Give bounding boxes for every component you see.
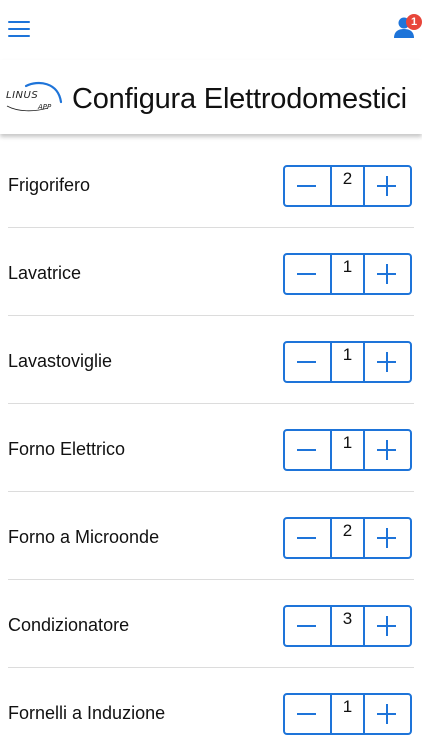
quantity-stepper: 1 bbox=[283, 341, 412, 383]
quantity-value: 1 bbox=[330, 343, 365, 381]
plus-icon[interactable] bbox=[365, 695, 410, 733]
linus-app-logo: LINUS APP bbox=[4, 80, 64, 116]
quantity-stepper: 1 bbox=[283, 253, 412, 295]
list-item: Forno a Microonde 2 bbox=[0, 492, 422, 580]
quantity-stepper: 2 bbox=[283, 517, 412, 559]
minus-icon[interactable] bbox=[285, 695, 330, 733]
notification-badge: 1 bbox=[406, 14, 422, 30]
appliance-label: Fornelli a Induzione bbox=[8, 703, 166, 723]
quantity-value: 1 bbox=[330, 255, 365, 293]
page-header: LINUS APP Configura Elettrodomestici bbox=[0, 60, 422, 134]
page-title: Configura Elettrodomestici bbox=[72, 83, 407, 115]
list-item: Lavatrice 1 bbox=[0, 228, 422, 316]
list-item: Frigorifero 2 bbox=[0, 140, 422, 228]
quantity-stepper: 2 bbox=[283, 165, 412, 207]
plus-icon[interactable] bbox=[365, 519, 410, 557]
hamburger-menu-icon[interactable] bbox=[8, 20, 30, 38]
list-item: Lavastoviglie 1 bbox=[0, 316, 422, 404]
appliance-label: Condizionatore bbox=[8, 615, 130, 635]
quantity-value: 2 bbox=[330, 167, 365, 205]
quantity-value: 2 bbox=[330, 519, 365, 557]
minus-icon[interactable] bbox=[285, 607, 330, 645]
quantity-value: 1 bbox=[330, 431, 365, 469]
plus-icon[interactable] bbox=[365, 167, 410, 205]
logo-subtext: APP bbox=[38, 103, 52, 111]
user-button[interactable]: 1 bbox=[394, 14, 422, 44]
minus-icon[interactable] bbox=[285, 255, 330, 293]
quantity-value: 1 bbox=[330, 695, 365, 733]
quantity-stepper: 1 bbox=[283, 693, 412, 735]
top-bar: 1 bbox=[0, 0, 422, 60]
plus-icon[interactable] bbox=[365, 607, 410, 645]
appliance-list: Frigorifero 2 Lavatrice 1 Lavastoviglie … bbox=[0, 140, 422, 750]
appliance-label: Frigorifero bbox=[8, 175, 91, 195]
list-item: Fornelli a Induzione 1 bbox=[0, 668, 422, 750]
plus-icon[interactable] bbox=[365, 343, 410, 381]
plus-icon[interactable] bbox=[365, 255, 410, 293]
quantity-stepper: 3 bbox=[283, 605, 412, 647]
list-item: Forno Elettrico 1 bbox=[0, 404, 422, 492]
menu-line bbox=[8, 21, 30, 23]
appliance-label: Lavatrice bbox=[8, 263, 82, 283]
appliance-label: Forno Elettrico bbox=[8, 439, 126, 459]
menu-line bbox=[8, 28, 30, 30]
appliance-label: Lavastoviglie bbox=[8, 351, 113, 371]
minus-icon[interactable] bbox=[285, 519, 330, 557]
quantity-value: 3 bbox=[330, 607, 365, 645]
list-item: Condizionatore 3 bbox=[0, 580, 422, 668]
plus-icon[interactable] bbox=[365, 431, 410, 469]
logo-text: LINUS bbox=[6, 90, 39, 101]
appliance-label: Forno a Microonde bbox=[8, 527, 160, 547]
menu-line bbox=[8, 35, 30, 37]
minus-icon[interactable] bbox=[285, 343, 330, 381]
quantity-stepper: 1 bbox=[283, 429, 412, 471]
minus-icon[interactable] bbox=[285, 167, 330, 205]
minus-icon[interactable] bbox=[285, 431, 330, 469]
